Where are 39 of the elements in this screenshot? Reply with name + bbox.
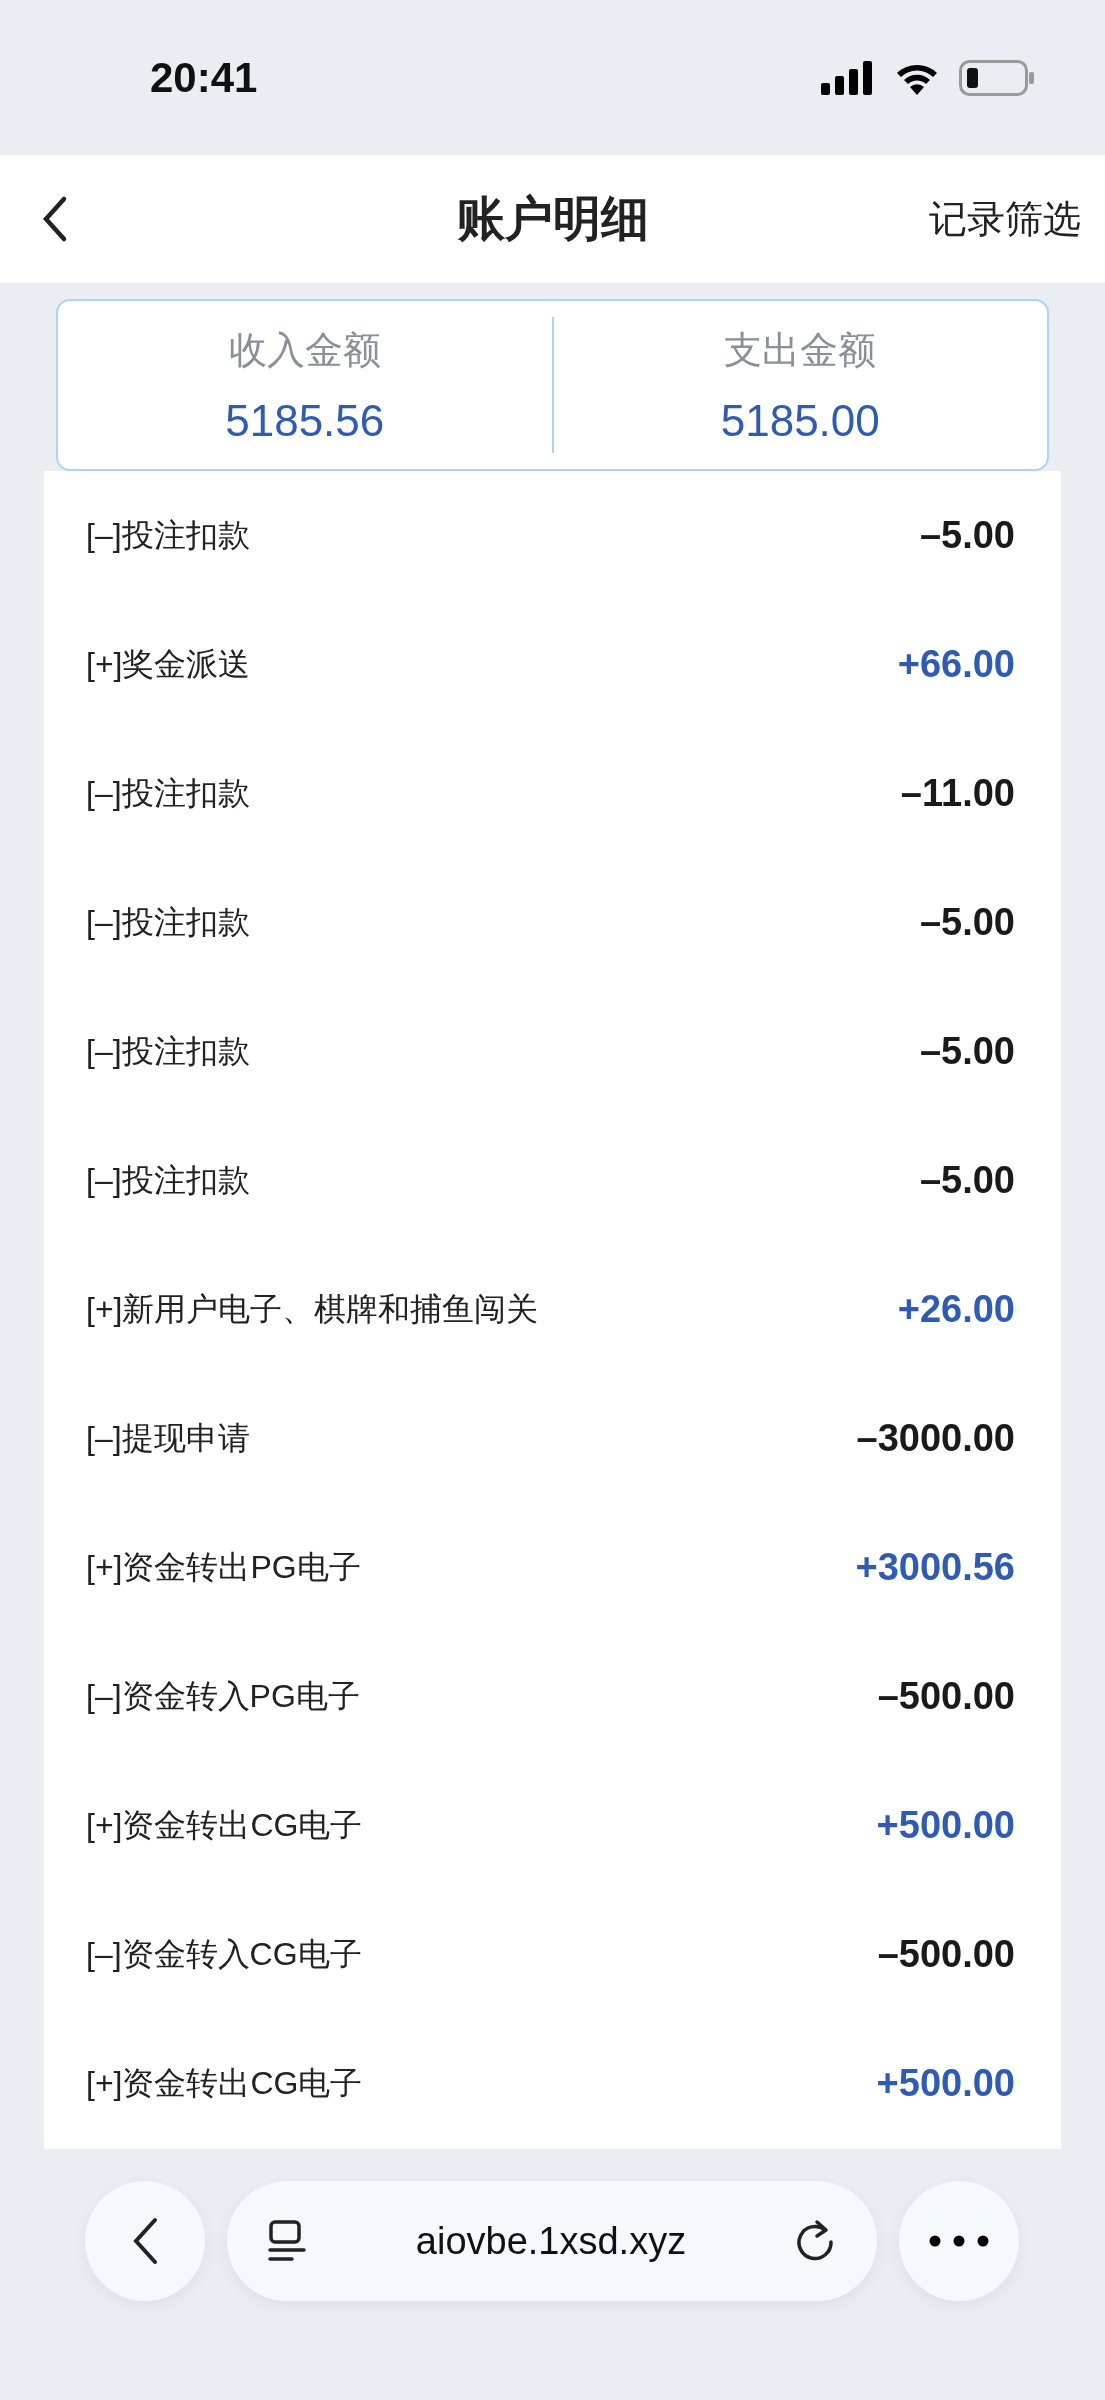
address-bar[interactable]: aiovbe.1xsd.xyz xyxy=(227,2181,877,2301)
status-time: 20:41 xyxy=(150,53,258,102)
record-amount: –3000.00 xyxy=(856,1417,1015,1460)
battery-icon xyxy=(959,59,1035,96)
more-dots-icon xyxy=(929,2235,989,2247)
record-amount: +500.00 xyxy=(876,2062,1015,2105)
record-label: [+]新用户电子、棋牌和捕鱼闯关 xyxy=(86,1289,539,1329)
page-title: 账户明细 xyxy=(456,191,649,247)
record-amount: –5.00 xyxy=(919,1030,1015,1073)
page-icon[interactable] xyxy=(267,2219,307,2263)
record-amount: –500.00 xyxy=(877,1933,1015,1976)
record-label: [+]资金转出CG电子 xyxy=(86,1805,363,1845)
record-label: [–]资金转入CG电子 xyxy=(86,1934,362,1974)
record-label: [–]投注扣款 xyxy=(86,515,250,555)
record-amount: +500.00 xyxy=(876,1804,1015,1847)
record-label: [+]奖金派送 xyxy=(86,644,251,684)
record-amount: –5.00 xyxy=(919,1159,1015,1202)
record-amount: –5.00 xyxy=(919,901,1015,944)
record-label: [–]投注扣款 xyxy=(86,773,250,813)
record-amount: +26.00 xyxy=(897,1288,1015,1331)
record-amount: –5.00 xyxy=(919,514,1015,557)
record-label: [–]资金转入PG电子 xyxy=(86,1676,360,1716)
record-label: [–]投注扣款 xyxy=(86,1031,250,1071)
summary-value: 5185.56 xyxy=(225,395,385,446)
record-label: [–]投注扣款 xyxy=(86,902,250,942)
filter-button[interactable]: 记录筛选 xyxy=(929,193,1081,245)
record-amount: +3000.56 xyxy=(855,1546,1015,1589)
record-label: [+]资金转出CG电子 xyxy=(86,2063,363,2103)
summary-label: 收入金额 xyxy=(228,327,381,373)
signal-icon xyxy=(821,60,875,95)
record-amount: –11.00 xyxy=(900,772,1015,815)
record-label: [–]投注扣款 xyxy=(86,1160,250,1200)
summary-value: 5185.00 xyxy=(720,395,880,446)
record-label: [–]提现申请 xyxy=(86,1418,250,1458)
record-amount: +66.00 xyxy=(897,643,1015,686)
url-text: aiovbe.1xsd.xyz xyxy=(415,2219,687,2263)
record-label: [+]资金转出PG电子 xyxy=(86,1547,361,1587)
summary-label: 支出金额 xyxy=(724,327,877,373)
record-amount: –500.00 xyxy=(877,1675,1015,1718)
